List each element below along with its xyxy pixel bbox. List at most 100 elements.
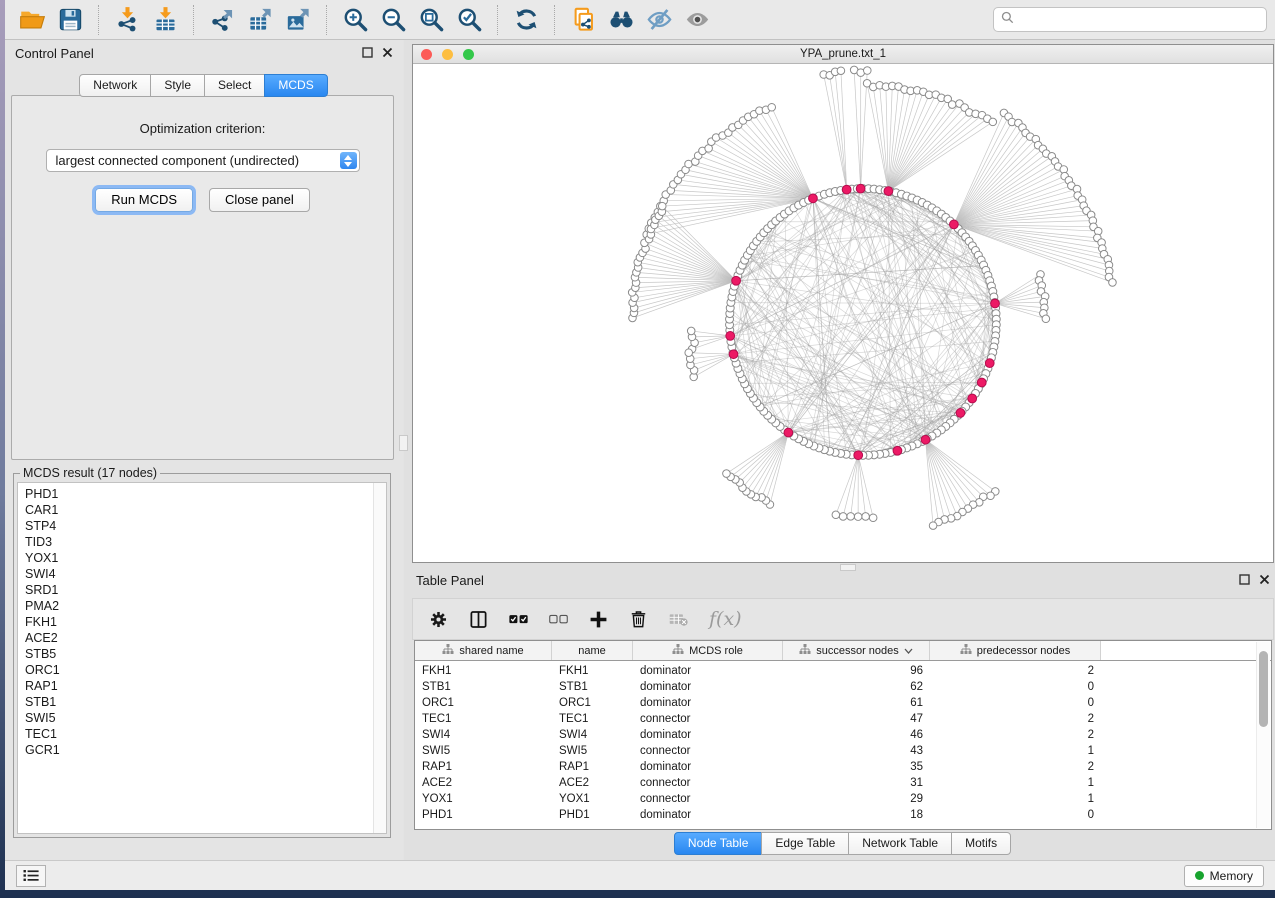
cell-predecessors[interactable]: 2 <box>930 729 1101 741</box>
tab-network[interactable]: Network <box>79 74 151 97</box>
mcds-result-item[interactable]: CAR1 <box>25 502 386 518</box>
save-session-icon[interactable] <box>51 4 89 36</box>
cell-predecessors[interactable]: 0 <box>930 697 1101 709</box>
mcds-result-item[interactable]: STB5 <box>25 646 386 662</box>
splitter-grip-vertical[interactable] <box>399 435 408 451</box>
delete-column-icon[interactable] <box>629 610 648 629</box>
cell-predecessors[interactable]: 0 <box>930 681 1101 693</box>
close-panel-icon[interactable] <box>382 46 393 61</box>
mcds-result-item[interactable]: STP4 <box>25 518 386 534</box>
export-image-icon[interactable] <box>279 4 317 36</box>
cell-role[interactable]: dominator <box>633 697 783 709</box>
memory-button[interactable]: Memory <box>1184 865 1264 887</box>
minimize-window-icon[interactable] <box>442 49 453 60</box>
cell-name[interactable]: SWI5 <box>552 745 633 757</box>
table-row[interactable]: STB1STB1dominator620 <box>415 679 1271 695</box>
cell-shared-name[interactable]: STB1 <box>415 681 552 693</box>
select-all-checkboxes-icon[interactable] <box>509 610 528 629</box>
leaf-nodes[interactable] <box>628 66 1116 529</box>
cell-shared-name[interactable]: YOX1 <box>415 793 552 805</box>
cell-successors[interactable]: 43 <box>783 745 930 757</box>
cell-predecessors[interactable]: 2 <box>930 713 1101 725</box>
cell-shared-name[interactable]: SWI4 <box>415 729 552 741</box>
mcds-list-scrollbar[interactable] <box>373 483 386 833</box>
cell-successors[interactable]: 61 <box>783 697 930 709</box>
cell-predecessors[interactable]: 1 <box>930 777 1101 789</box>
float-panel-icon[interactable] <box>1239 573 1250 588</box>
mcds-result-item[interactable]: FKH1 <box>25 614 386 630</box>
mcds-result-item[interactable]: SWI5 <box>25 710 386 726</box>
cell-successors[interactable]: 96 <box>783 665 930 677</box>
mcds-result-item[interactable]: STB1 <box>25 694 386 710</box>
cell-predecessors[interactable]: 2 <box>930 761 1101 773</box>
table-scrollbar-thumb[interactable] <box>1259 651 1268 727</box>
mcds-result-item[interactable]: PHD1 <box>25 486 386 502</box>
zoom-out-icon[interactable] <box>374 4 412 36</box>
network-window-titlebar[interactable]: YPA_prune.txt_1 <box>413 45 1273 64</box>
apply-function-icon[interactable]: f(x) <box>709 608 742 630</box>
table-tab-motifs[interactable]: Motifs <box>951 832 1011 855</box>
mcds-result-item[interactable]: ORC1 <box>25 662 386 678</box>
table-row[interactable]: TEC1TEC1connector472 <box>415 711 1271 727</box>
cell-predecessors[interactable]: 1 <box>930 745 1101 757</box>
deselect-all-checkboxes-icon[interactable] <box>549 610 568 629</box>
cell-predecessors[interactable]: 0 <box>930 809 1101 821</box>
cell-successors[interactable]: 35 <box>783 761 930 773</box>
mcds-result-item[interactable]: ACE2 <box>25 630 386 646</box>
show-panels-icon[interactable] <box>678 4 716 36</box>
column-header-successor-nodes[interactable]: successor nodes <box>783 641 930 660</box>
cell-name[interactable]: PHD1 <box>552 809 633 821</box>
show-columns-icon[interactable] <box>469 610 488 629</box>
table-row[interactable]: ORC1ORC1dominator610 <box>415 695 1271 711</box>
column-header-name[interactable]: name <box>552 641 633 660</box>
tab-style[interactable]: Style <box>150 74 205 97</box>
table-row[interactable]: SWI4SWI4dominator462 <box>415 727 1271 743</box>
cell-name[interactable]: RAP1 <box>552 761 633 773</box>
table-row[interactable]: RAP1RAP1dominator352 <box>415 759 1271 775</box>
clone-network-icon[interactable] <box>564 4 602 36</box>
find-icon[interactable] <box>602 4 640 36</box>
mcds-result-item[interactable]: TID3 <box>25 534 386 550</box>
table-row[interactable]: ACE2ACE2connector311 <box>415 775 1271 791</box>
close-panel-button[interactable]: Close panel <box>209 188 310 212</box>
import-network-icon[interactable] <box>108 4 146 36</box>
cell-predecessors[interactable]: 1 <box>930 793 1101 805</box>
mcds-result-item[interactable]: GCR1 <box>25 742 386 758</box>
table-row[interactable]: FKH1FKH1dominator962 <box>415 663 1271 679</box>
cell-name[interactable]: ORC1 <box>552 697 633 709</box>
zoom-selected-icon[interactable] <box>450 4 488 36</box>
cell-shared-name[interactable]: SWI5 <box>415 745 552 757</box>
cell-role[interactable]: connector <box>633 745 783 757</box>
cell-successors[interactable]: 47 <box>783 713 930 725</box>
cell-name[interactable]: FKH1 <box>552 665 633 677</box>
mcds-result-item[interactable]: YOX1 <box>25 550 386 566</box>
close-panel-icon[interactable] <box>1259 573 1270 588</box>
table-scrollbar[interactable] <box>1256 642 1270 828</box>
column-header-mcds-role[interactable]: MCDS role <box>633 641 783 660</box>
hide-panels-icon[interactable] <box>640 4 678 36</box>
cell-role[interactable]: dominator <box>633 665 783 677</box>
open-file-icon[interactable] <box>13 4 51 36</box>
table-row[interactable]: PHD1PHD1dominator180 <box>415 807 1271 823</box>
maximize-window-icon[interactable] <box>463 49 474 60</box>
cell-shared-name[interactable]: PHD1 <box>415 809 552 821</box>
network-canvas[interactable] <box>413 64 1273 562</box>
column-header-shared-name[interactable]: shared name <box>415 641 552 660</box>
table-row[interactable]: SWI5SWI5connector431 <box>415 743 1271 759</box>
table-tab-network-table[interactable]: Network Table <box>848 832 952 855</box>
cell-name[interactable]: ACE2 <box>552 777 633 789</box>
cell-shared-name[interactable]: RAP1 <box>415 761 552 773</box>
column-header-predecessor-nodes[interactable]: predecessor nodes <box>930 641 1101 660</box>
float-panel-icon[interactable] <box>362 46 373 61</box>
cell-name[interactable]: SWI4 <box>552 729 633 741</box>
mcds-result-item[interactable]: SWI4 <box>25 566 386 582</box>
table-row[interactable]: YOX1YOX1connector291 <box>415 791 1271 807</box>
cell-shared-name[interactable]: ACE2 <box>415 777 552 789</box>
mcds-result-item[interactable]: RAP1 <box>25 678 386 694</box>
export-network-icon[interactable] <box>203 4 241 36</box>
cell-shared-name[interactable]: ORC1 <box>415 697 552 709</box>
task-history-button[interactable] <box>16 865 46 887</box>
export-table-icon[interactable] <box>241 4 279 36</box>
zoom-in-icon[interactable] <box>336 4 374 36</box>
cell-successors[interactable]: 31 <box>783 777 930 789</box>
